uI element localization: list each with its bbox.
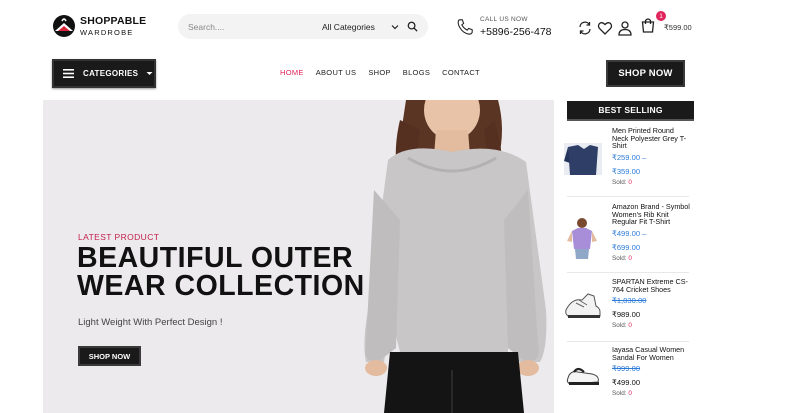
product-price-original: ₹999.00 [612,364,641,374]
brand-name-line2: WARDROBE [80,27,134,37]
category-select[interactable]: All Categories [322,14,399,39]
product-name[interactable]: Amazon Brand - Symbol Women's Rib Knit R… [612,203,692,226]
nav-home[interactable]: HOME [280,68,304,77]
nav-shop[interactable]: SHOP [368,68,390,77]
call-label: CALL US NOW [480,16,528,23]
hero-shop-now-button[interactable]: SHOP NOW [78,346,141,366]
product-image-tshirt-grey [564,143,602,175]
category-select-label: All Categories [322,21,375,32]
cart-total: ₹599.00 [664,23,692,32]
nav-about-us[interactable]: ABOUT US [316,68,357,77]
product-price-sale: ₹989.00 [612,310,641,320]
cart-count-badge: 1 [656,11,666,21]
sold-label: Sold: [612,322,627,330]
search-icon[interactable] [407,21,418,32]
product-image-tshirt-lavender [567,218,597,259]
shop-now-header-button[interactable]: SHOP NOW [606,60,685,87]
product-image-sandal [566,367,599,385]
search-bar: All Categories [178,14,428,39]
phone-number[interactable]: +5896-256-478 [480,26,552,38]
product-sold: Sold: 0 [612,255,692,262]
product-sold: Sold: 0 [612,322,692,329]
product-price-max: ₹699.00 [612,242,641,252]
cart-bag-icon [641,18,655,33]
hero-banner: LATEST PRODUCT BEAUTIFUL OUTER WEAR COLL… [43,100,554,413]
product-image-cricket-shoes [565,293,601,318]
product-price-max: ₹359.00 [612,166,641,176]
phone-icon [457,19,473,35]
sold-count: 0 [628,178,632,186]
product-price-sale: ₹499.00 [612,378,641,388]
product-name[interactable]: Iayasa Casual Women Sandal For Women [612,346,692,361]
wishlist-heart-icon[interactable] [597,20,613,36]
product-sold: Sold: 0 [612,390,692,397]
cart-button[interactable]: 1 [640,11,666,38]
divider [567,272,689,273]
hero-model-image [364,100,547,413]
divider [567,341,689,342]
compare-icon[interactable] [577,20,593,36]
divider [567,196,689,197]
product-name[interactable]: SPARTAN Extreme CS-764 Cricket Shoes [612,278,692,293]
product-price: ₹499.00 – [612,228,647,238]
categories-button[interactable]: CATEGORIES [52,59,156,88]
chevron-down-icon [391,24,399,29]
hero-description: Light Weight With Perfect Design ! [78,317,223,328]
main-nav: HOME ABOUT US SHOP BLOGS CONTACT [280,68,492,77]
best-selling-title: BEST SELLING [567,101,694,121]
sold-count: 0 [628,390,632,398]
account-user-icon[interactable] [617,20,633,36]
sold-label: Sold: [612,390,627,398]
sold-label: Sold: [612,254,627,262]
hero-title: BEAUTIFUL OUTER WEAR COLLECTION [77,242,365,302]
brand-logo[interactable]: SHOPPABLE WARDROBE [52,12,152,40]
menu-icon [63,69,74,78]
nav-contact[interactable]: CONTACT [442,68,480,77]
product-price-original: ₹1,830.00 [612,296,647,306]
brand-name-line1: SHOPPABLE [80,15,147,27]
call-us: CALL US NOW +5896-256-478 [456,13,552,41]
search-input[interactable] [188,21,308,32]
product-sold: Sold: 0 [612,179,692,186]
nav-blogs[interactable]: BLOGS [403,68,430,77]
categories-label: CATEGORIES [83,69,139,78]
product-name[interactable]: Men Printed Round Neck Polyester Grey T-… [612,127,692,150]
product-price: ₹259.00 – [612,152,647,162]
hero-subtitle: LATEST PRODUCT [78,232,160,242]
header-icons: 1 ₹599.00 [577,11,692,38]
sold-label: Sold: [612,178,627,186]
caret-down-icon [146,72,153,75]
sold-count: 0 [628,322,632,330]
logo-icon [53,15,75,37]
sold-count: 0 [628,254,632,262]
